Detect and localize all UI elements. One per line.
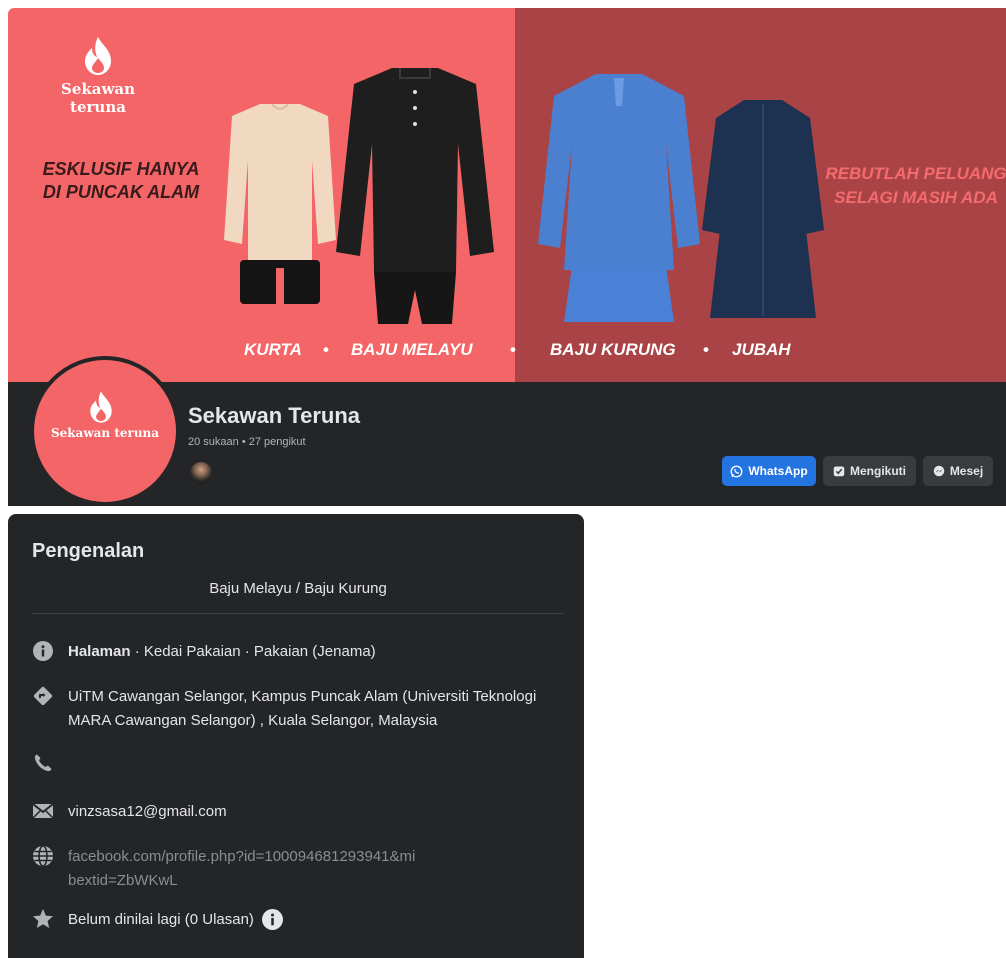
phone-row[interactable] [32, 752, 572, 774]
whatsapp-button-label: WhatsApp [748, 464, 808, 478]
category-baju-melayu: BAJU MELAYU [351, 340, 473, 359]
following-button-label: Mengikuti [850, 464, 906, 478]
whatsapp-button[interactable]: WhatsApp [722, 456, 816, 486]
intro-card: Pengenalan Baju Melayu / Baju Kurung Hal… [8, 514, 584, 958]
following-button[interactable]: Mengikuti [823, 456, 916, 486]
tagline-left-line2: DI PUNCAK ALAM [42, 182, 200, 202]
address-text[interactable]: UiTM Cawangan Selangor, Kampus Puncak Al… [68, 685, 568, 733]
tagline-right-line2: SELAGI MASIH ADA [834, 188, 998, 207]
category-page-label: Halaman [68, 643, 131, 660]
rating-row: Belum dinilai lagi (0 Ulasan) [32, 908, 572, 932]
category-baju-kurung: BAJU KURUNG [550, 340, 676, 359]
message-button-label: Mesej [949, 464, 984, 478]
cover-photo[interactable]: Sekawan teruna ESKLUSIF HANYA DI PUNCAK … [8, 8, 1006, 382]
website-link[interactable]: facebook.com/profile.php?id=100094681293… [68, 845, 418, 893]
cover-tagline-left: ESKLUSIF HANYA DI PUNCAK ALAM [36, 158, 206, 204]
jubah-garment-image [702, 100, 824, 318]
tagline-right-line1: REBUTLAH PELUANG [825, 164, 1006, 183]
baju-kurung-garment-image [538, 74, 700, 322]
info-icon [32, 640, 54, 662]
profile-avatar[interactable]: Sekawan teruna [30, 356, 180, 506]
rating-info-icon[interactable] [262, 908, 284, 930]
page-stats[interactable]: 20 sukaan • 27 pengikut [188, 436, 306, 448]
category-kurta: KURTA [244, 340, 302, 359]
star-icon [32, 908, 54, 930]
cover-categories: KURTA • BAJU MELAYU • BAJU KURUNG • JUBA… [8, 340, 1006, 366]
rating-text: Belum dinilai lagi (0 Ulasan) [68, 911, 254, 928]
category-separator: • [323, 340, 329, 359]
email-text[interactable]: vinzsasa12@gmail.com [68, 800, 227, 824]
kurta-garment-image [224, 103, 336, 304]
avatar-brand-name: Sekawan teruna [50, 426, 160, 440]
category-row: Halaman · Kedai Pakaian · Pakaian (Jenam… [32, 640, 572, 664]
website-row[interactable]: facebook.com/profile.php?id=100094681293… [32, 845, 572, 893]
intro-divider [32, 613, 564, 614]
address-row[interactable]: UiTM Cawangan Selangor, Kampus Puncak Al… [32, 685, 572, 733]
cover-brand-logo: Sekawan teruna [36, 36, 160, 116]
category-separator: • [703, 340, 709, 359]
phone-icon [32, 752, 54, 774]
baju-melayu-garment-image [336, 68, 494, 324]
flame-icon [90, 391, 112, 423]
cover-brand-name: Sekawan teruna [60, 80, 136, 116]
cover-tagline-right: REBUTLAH PELUANG SELAGI MASIH ADA [816, 162, 1006, 210]
tagline-left-line1: ESKLUSIF HANYA [42, 159, 200, 179]
globe-icon [32, 845, 54, 867]
message-button[interactable]: Mesej [923, 456, 993, 486]
location-icon [32, 685, 54, 707]
page-title[interactable]: Sekawan Teruna [188, 403, 360, 429]
whatsapp-icon [730, 465, 743, 477]
email-row[interactable]: vinzsasa12@gmail.com [32, 800, 572, 824]
email-icon [32, 800, 54, 822]
following-check-icon [833, 466, 845, 477]
intro-bio: Baju Melayu / Baju Kurung [209, 580, 387, 597]
intro-title: Pengenalan [32, 540, 145, 562]
category-jubah: JUBAH [732, 340, 791, 359]
follower-avatar[interactable] [188, 460, 214, 486]
category-separator: • [510, 340, 516, 359]
flame-icon [85, 37, 111, 75]
messenger-icon [933, 465, 945, 477]
category-text: · Kedai Pakaian · Pakaian (Jenama) [130, 643, 376, 660]
